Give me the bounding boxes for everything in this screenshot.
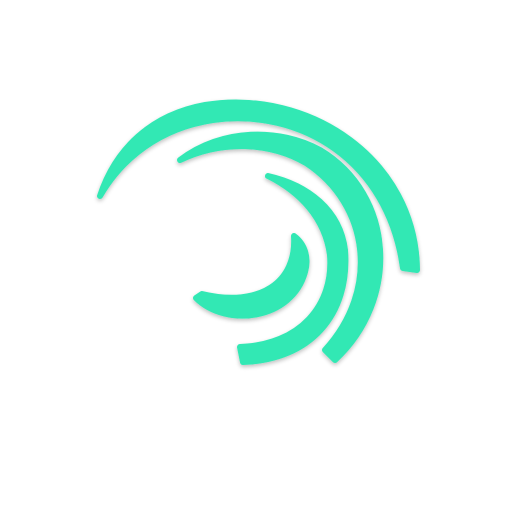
arc-inner: [193, 233, 310, 319]
swirl-arcs-icon: [97, 99, 420, 365]
app-icon-canvas: [0, 0, 512, 512]
arc-second: [177, 131, 384, 363]
